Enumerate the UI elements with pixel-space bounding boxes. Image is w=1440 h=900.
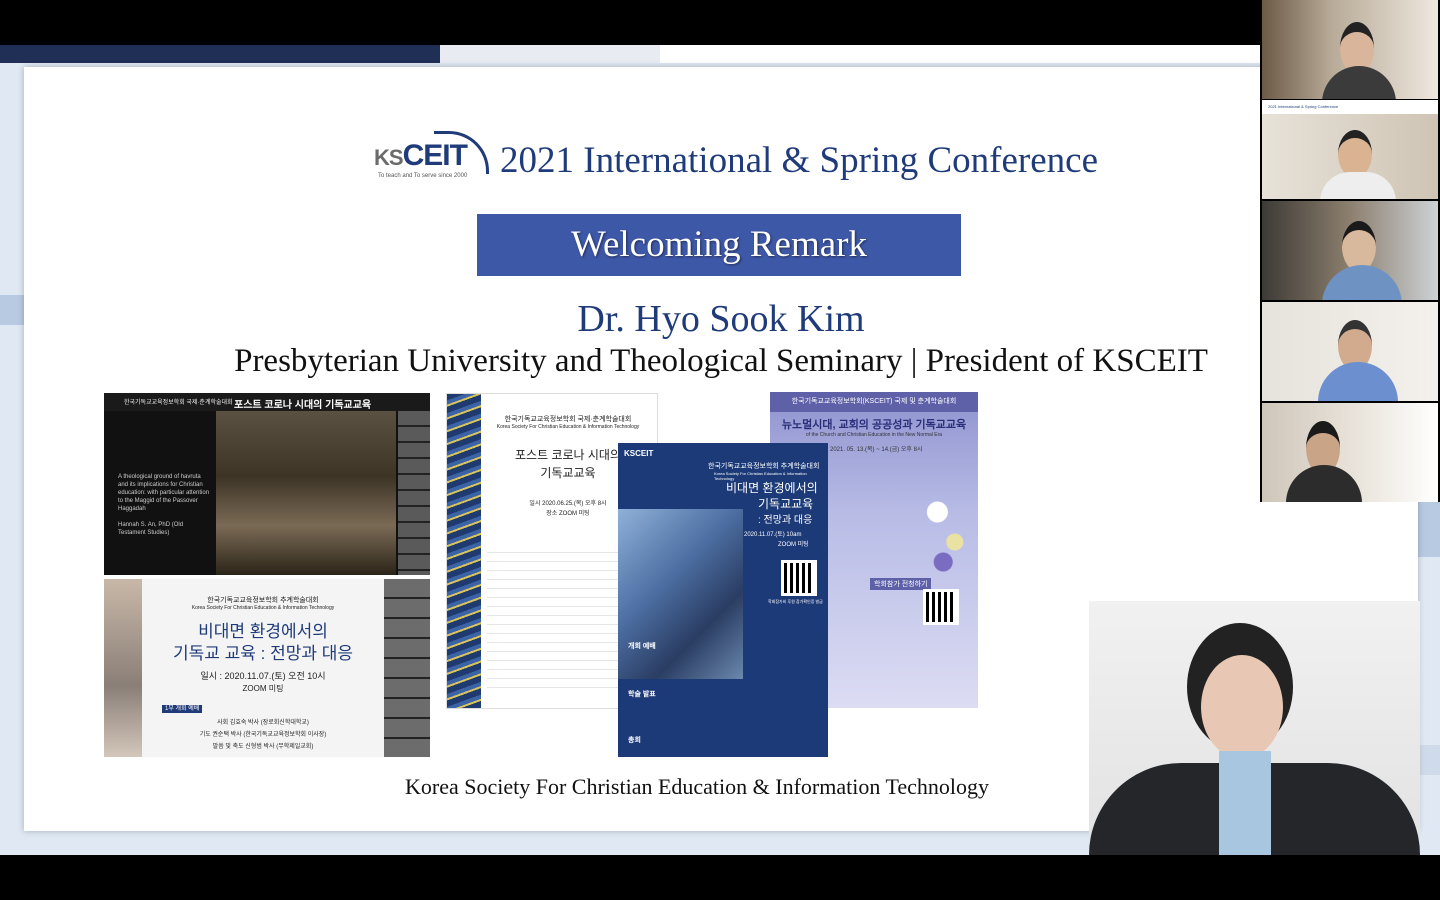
logo-text: KSCEIT [374, 139, 468, 172]
participant-body [1322, 265, 1402, 300]
thumbnail-line: 기도 권순택 박사 (한국기독교교육정보학회 이사장) [199, 732, 327, 738]
thumbnail-org-en: Korea Society For Christian Education & … [191, 605, 335, 611]
participant-strip [384, 579, 430, 757]
participant-gallery: 2021 International & Spring Conference [1260, 0, 1440, 502]
church-cross-photo [618, 509, 743, 679]
presenter-video[interactable] [1089, 601, 1420, 855]
bg-bar [1418, 745, 1440, 775]
thumbnail-line: 사회 김효숙 박사 (장로회신학대학교) [217, 720, 309, 726]
thumbnail-org-en: Korea Society For Christian Education & … [496, 424, 640, 430]
thumbnail-session: 1부 개회 예배 [142, 703, 404, 713]
thumbnail-post-corona-zoom: 한국기독교교육정보학회 국제·춘계학술대회 포스트 코로나 시대의 기독교교육 … [104, 393, 430, 575]
thumbnail-title-2: 기독교교육 [758, 497, 814, 511]
section-label: 개회 예배 [628, 643, 656, 650]
logo-tagline: To teach and To serve since 2000 [378, 173, 468, 179]
slide-caption: 2021 International & Spring Conference [1262, 100, 1438, 114]
qr-code-icon [923, 589, 959, 625]
flower-art [920, 482, 978, 582]
thumbnail-date: 일시 : 2020.11.07.(토) 오전 10시 [200, 671, 326, 681]
participant-video-tile[interactable] [1262, 403, 1438, 502]
thumbnail-org: 한국기독교교육정보학회 추계학술대회 [708, 463, 820, 470]
bg-bar [1418, 497, 1440, 557]
participant-body [1286, 465, 1362, 502]
participant-video-tile[interactable] [1262, 201, 1438, 300]
thumbnail-abstract: A theological ground of havruta and its … [118, 474, 210, 536]
thumbnail-title: 뉴노멀시대, 교회의 공공성과 기독교교육 [781, 419, 967, 431]
bg-bar [440, 45, 660, 63]
participant-face [1338, 130, 1372, 178]
welcoming-remark-banner: Welcoming Remark [477, 214, 961, 276]
ksceit-logo: KSCEIT To teach and To serve since 2000 [374, 131, 489, 183]
thumbnail-header: 한국기독교교육정보학회(KSCEIT) 국제 및 춘계학술대회 [770, 392, 978, 412]
speaker-affiliation: Presbyterian University and Theological … [234, 343, 1208, 379]
presenter-face [1201, 655, 1283, 759]
classroom-photo [216, 411, 396, 575]
participant-video-tile[interactable] [1262, 0, 1438, 99]
presenter-scarf [1219, 751, 1271, 855]
starry-night-art [447, 394, 481, 708]
thumbnail-logo: KSCEIT [624, 449, 654, 458]
qr-note: 학회참가비 후원 참가확인증 발급 [768, 599, 823, 604]
thumbnail-org: 한국기독교교육정보학회 추계학술대회 [207, 597, 319, 604]
bg-bar [660, 45, 1260, 63]
participant-body [1322, 66, 1396, 99]
thumbnail-fall-poster: KSCEIT 한국기독교교육정보학회 추계학술대회 Korea Society … [618, 443, 828, 757]
participant-body [1318, 362, 1398, 401]
thumbnail-place: ZOOM 미팅 [778, 542, 809, 548]
thumbnail-fall-conference-zoom: 한국기독교교육정보학회 추계학술대회 Korea Society For Chr… [104, 579, 430, 757]
participant-body [1320, 172, 1396, 199]
thumbnail-header: 한국기독교교육정보학회 국제·춘계학술대회 포스트 코로나 시대의 기독교교육 [104, 393, 430, 411]
participant-strip [398, 411, 430, 575]
bg-bar [0, 295, 24, 325]
thumbnail-subtitle: of the Church and Christian Education in… [805, 432, 943, 438]
bg-bar [0, 45, 440, 63]
thumbnail-line: 말씀 및 축도 신형범 박사 (무학제일교회) [212, 744, 314, 750]
thumbnail-date: 2021. 05. 13.(목) ~ 14.(금) 오후 8시 [830, 447, 923, 453]
thumbnail-title-1: 비대면 환경에서의 [726, 481, 818, 495]
thumbnail-place: ZOOM 미팅 [242, 684, 284, 693]
thumbnail-title-3: : 전망과 대응 [758, 515, 813, 526]
section-label: 학술 발표 [628, 691, 656, 698]
apply-label: 학회참가 전청하기 [870, 578, 932, 590]
qr-code-icon [781, 560, 817, 596]
speaker-name: Dr. Hyo Sook Kim [577, 298, 865, 340]
thumbnail-date: 2020.11.07.(토) 10am [744, 532, 802, 538]
section-label: 총회 [628, 737, 641, 744]
participant-video-tile[interactable] [1262, 302, 1438, 401]
phone-photo [104, 579, 142, 757]
conference-title: 2021 International & Spring Conference [500, 140, 1098, 181]
participant-video-tile[interactable]: 2021 International & Spring Conference [1262, 100, 1438, 199]
thumbnail-org: 한국기독교교육정보학회 국제·춘계학술대회 [504, 416, 632, 423]
thumbnail-title-2: 기독교 교육 : 전망과 대응 [172, 644, 353, 663]
